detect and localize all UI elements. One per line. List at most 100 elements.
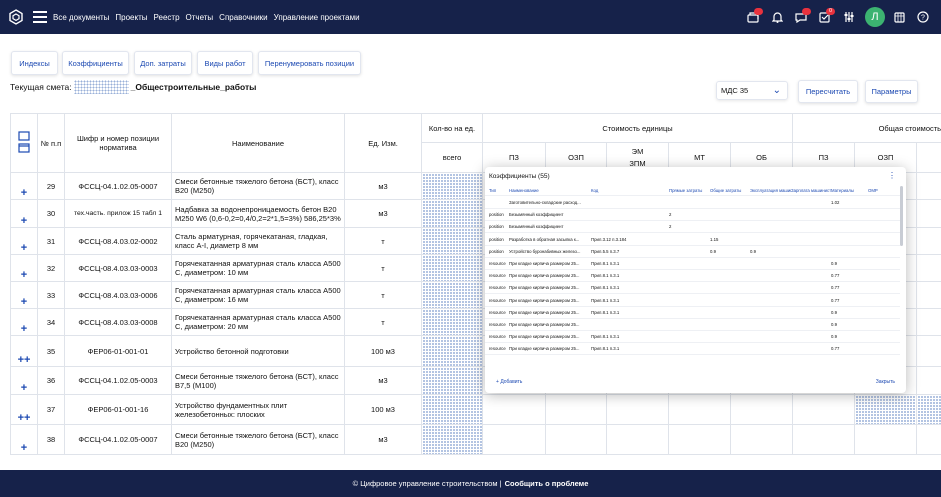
add-row-plus-icon[interactable]: +: [10, 281, 38, 309]
extra-costs-button[interactable]: Доп. затраты: [134, 51, 192, 75]
mh-direct[interactable]: Прямые затраты: [669, 186, 710, 195]
bell-icon[interactable]: [767, 7, 787, 27]
nav-registry[interactable]: Реестр: [154, 13, 180, 22]
row-name: Горячекатанная арматурная сталь класса А…: [171, 281, 345, 309]
add-row-plus-icon[interactable]: +: [10, 227, 38, 255]
modal-cell: [750, 197, 791, 208]
modal-cell: [710, 307, 750, 318]
modal-table-row[interactable]: resource При кладке кирпича размером 25..…: [485, 319, 900, 331]
mh-type[interactable]: Тип: [485, 186, 507, 195]
modal-table-row[interactable]: resource При кладке кирпича размером 25..…: [485, 270, 900, 283]
modal-cell: [868, 319, 900, 330]
modal-table-row[interactable]: resource При кладке кирпича размером 25..…: [485, 282, 900, 295]
app-logo-icon[interactable]: [7, 8, 25, 26]
tasks-icon[interactable]: 0: [815, 7, 835, 27]
modal-scrollbar[interactable]: [900, 186, 903, 246]
row-unit: м3: [344, 366, 422, 395]
row-num: 29: [37, 172, 65, 200]
mh-omr[interactable]: ОМР: [868, 186, 900, 195]
user-avatar[interactable]: Л: [865, 7, 885, 27]
recalculate-button[interactable]: Пересчитать: [798, 80, 858, 103]
nav-projects[interactable]: Проекты: [115, 13, 147, 22]
row-qty-redacted: [421, 394, 483, 425]
modal-cell: [750, 282, 791, 293]
table-row[interactable]: ++ 37 ФЕР06-01-001-16 Устройство фундаме…: [10, 394, 941, 425]
modal-table-row[interactable]: Заготовительно-складские расход... 1.02: [485, 197, 900, 209]
modal-table-row[interactable]: resource При кладке кирпича размером 25..…: [485, 307, 900, 319]
modal-cell: Прил.8.1 п.3.1: [591, 273, 620, 279]
table-row[interactable]: + 38 ФССЦ-04.1.02.05-0007 Смеси бетонные…: [10, 424, 941, 455]
norm-base-select[interactable]: МДС 35 ⌄: [716, 81, 788, 100]
parameters-button[interactable]: Параметры: [865, 80, 918, 103]
add-row-plus-icon[interactable]: +: [10, 424, 38, 455]
add-coefficient-button[interactable]: + Добавить: [496, 379, 522, 385]
col-unit: Ед. Изм.: [344, 113, 422, 173]
modal-cell: [750, 295, 791, 306]
modal-cell: [791, 331, 831, 342]
modal-cell: position: [489, 248, 504, 254]
modal-cell: При кладке кирпича размером 25...: [509, 334, 580, 340]
modal-cell: [750, 221, 791, 232]
modal-cell: [710, 319, 750, 330]
row-unit: м3: [344, 199, 422, 228]
modal-table-row[interactable]: resource При кладке кирпича размером 25..…: [485, 343, 900, 356]
modal-table-row[interactable]: position Разработка в обратная засыпка к.…: [485, 234, 900, 246]
modal-cell: [868, 331, 900, 342]
modal-cell: [710, 295, 750, 306]
mh-name[interactable]: Наименование: [507, 186, 589, 195]
modal-table-row[interactable]: position Безымянный коэффициент 2: [485, 221, 900, 234]
indexes-button[interactable]: Индексы: [11, 51, 58, 75]
calendar-icon[interactable]: [889, 7, 909, 27]
work-types-button[interactable]: Виды работ: [197, 51, 253, 75]
modal-cell: [710, 270, 750, 281]
row-name: Надбавка за водонепроницаемость бетон В2…: [171, 199, 345, 228]
modal-table-row[interactable]: resource При кладке кирпича размером 25..…: [485, 258, 900, 270]
mh-materials[interactable]: Материалы: [831, 186, 868, 195]
inbox-badge: [754, 8, 763, 15]
coefficients-button[interactable]: Коэффициенты: [62, 51, 129, 75]
add-row-plus-icon[interactable]: +: [10, 308, 38, 336]
mh-driver-wage[interactable]: Зарплата машиниста: [791, 186, 831, 195]
expand-row-plus-icon[interactable]: ++: [10, 394, 38, 425]
folder-icon[interactable]: [18, 130, 30, 154]
modal-table-row[interactable]: position Безымянный коэффициент 2: [485, 209, 900, 222]
modal-table-row[interactable]: resource При кладке кирпича размером 25..…: [485, 331, 900, 344]
col-unit-cost: Стоимость единицы: [481, 113, 794, 143]
modal-cell: [589, 197, 669, 208]
nav-project-management[interactable]: Управление проектами: [274, 13, 360, 22]
modal-cell: [831, 246, 868, 257]
modal-cell: [791, 197, 831, 208]
expand-row-plus-icon[interactable]: ++: [10, 335, 38, 367]
row-pz2-redacted: [854, 394, 918, 425]
add-row-plus-icon[interactable]: +: [10, 199, 38, 228]
more-vertical-icon[interactable]: ⋮: [888, 171, 896, 180]
modal-cell: [831, 234, 868, 245]
chevron-down-icon: ⌄: [772, 85, 781, 96]
help-icon[interactable]: ?: [913, 7, 933, 27]
modal-table-row[interactable]: resource При кладке кирпича размером 25..…: [485, 295, 900, 307]
redacted-text: [73, 80, 129, 94]
modal-cell: [868, 197, 900, 208]
modal-cell: [710, 343, 750, 354]
modal-cell: 0.9: [831, 322, 837, 327]
mh-code[interactable]: Код: [589, 186, 669, 195]
add-row-plus-icon[interactable]: +: [10, 172, 38, 200]
renumber-positions-button[interactable]: Перенумеровать позиции: [258, 51, 361, 75]
settings-sliders-icon[interactable]: [839, 7, 859, 27]
close-modal-button[interactable]: Закрыть: [876, 379, 895, 385]
mh-general[interactable]: Общие затраты: [710, 186, 750, 195]
row-unit: т: [344, 227, 422, 255]
chat-icon[interactable]: [791, 7, 811, 27]
report-problem-link[interactable]: Сообщить о проблеме: [505, 479, 589, 488]
modal-table-row[interactable]: position Устройство буронабивных железо..…: [485, 246, 900, 258]
menu-icon[interactable]: [33, 11, 47, 23]
mh-machines[interactable]: Эксплуатация машин: [750, 186, 791, 195]
add-row-plus-icon[interactable]: +: [10, 366, 38, 395]
row-unit: т: [344, 254, 422, 282]
nav-reports[interactable]: Отчеты: [186, 13, 214, 22]
nav-all-documents[interactable]: Все документы: [53, 13, 109, 22]
modal-cell: 0.9: [831, 309, 837, 315]
add-row-plus-icon[interactable]: +: [10, 254, 38, 282]
nav-references[interactable]: Справочники: [219, 13, 267, 22]
inbox-icon[interactable]: [743, 7, 763, 27]
